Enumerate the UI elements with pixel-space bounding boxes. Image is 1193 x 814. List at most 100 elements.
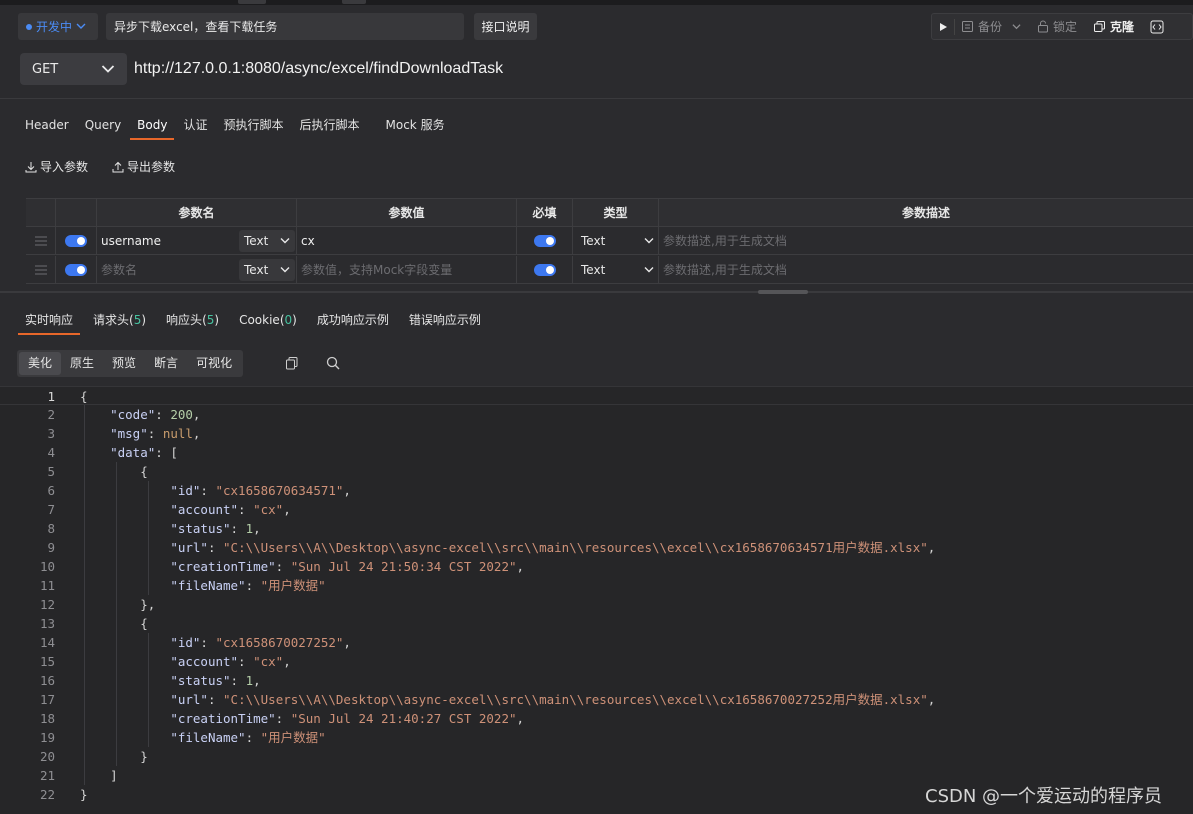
tab-mock[interactable]: Mock 服务 [379, 110, 452, 140]
required-toggle[interactable] [533, 263, 556, 276]
drag-handle-icon[interactable] [26, 256, 56, 283]
param-name-type-label: Text [244, 262, 269, 277]
code-line: 7 "account": "cx", [0, 500, 1193, 519]
header-cell-drag [26, 199, 56, 226]
search-icon[interactable] [326, 356, 340, 373]
param-type-label: Text [581, 262, 606, 277]
env-status-label: 开发中 [36, 20, 73, 34]
tab-response-headers[interactable]: 响应头(5) [159, 305, 226, 335]
panel-splitter[interactable] [0, 291, 1193, 293]
section-divider [0, 98, 1193, 99]
view-pretty[interactable]: 美化 [19, 352, 62, 375]
row-name-cell: username Text [97, 227, 297, 254]
code-text: }, [80, 597, 156, 612]
params-actions: 导入参数 导出参数 [25, 158, 199, 175]
import-params-button[interactable]: 导入参数 [25, 158, 88, 175]
param-desc-input[interactable]: 参数描述,用于生成文档 [659, 261, 787, 278]
param-desc-input[interactable]: 参数描述,用于生成文档 [659, 232, 787, 249]
splitter-handle[interactable] [758, 290, 808, 294]
param-type-select[interactable]: Text [573, 263, 658, 277]
api-doc-button[interactable]: 接口说明 [474, 13, 537, 40]
table-row: username Text cx Text 参数描述,用于生成文档 [26, 227, 1193, 255]
code-line: 4 "data": [ [0, 443, 1193, 462]
chevron-down-icon [644, 267, 654, 273]
param-name-type-select[interactable]: Text [239, 229, 295, 252]
required-toggle[interactable] [533, 234, 556, 247]
view-preview[interactable]: 预览 [103, 352, 145, 375]
response-code-viewer[interactable]: 1{2 "code": 200, 3 "msg": null, 4 "data": … [0, 386, 1193, 814]
line-number: 2 [47, 407, 55, 422]
code-line: 13 { [0, 614, 1193, 633]
row-type-cell: Text [573, 227, 659, 254]
params-table: 参数名 参数值 必填 类型 参数描述 username Text cx Text [26, 198, 1193, 285]
copy-icon[interactable] [285, 356, 299, 373]
code-gen-button[interactable] [1144, 14, 1170, 39]
code-text: "fileName": "用户数据" [170, 578, 326, 593]
tab-post-script[interactable]: 后执行脚本 [293, 110, 367, 140]
view-assert[interactable]: 断言 [145, 352, 187, 375]
header-cell-toggle [56, 199, 97, 226]
row-enable-cell [56, 227, 97, 254]
tab-auth[interactable]: 认证 [176, 110, 214, 140]
tab-body[interactable]: Body [130, 110, 175, 140]
chevron-down-icon [101, 65, 115, 73]
row-enable-toggle[interactable] [65, 263, 87, 276]
code-line: 6 "id": "cx1658670634571", [0, 481, 1193, 500]
code-text: "url": "C:\\Users\\A\\Desktop\\async-exc… [170, 540, 936, 555]
param-name-input[interactable]: username [97, 234, 239, 248]
drag-handle-icon[interactable] [26, 227, 56, 254]
line-number: 19 [39, 730, 55, 745]
code-text: { [80, 616, 148, 631]
row-enable-toggle[interactable] [65, 234, 87, 247]
tab-cookie[interactable]: Cookie(0) [232, 305, 304, 335]
backup-icon [962, 21, 973, 32]
url-input[interactable]: http://127.0.0.1:8080/async/excel/findDo… [134, 53, 1193, 85]
row-enable-cell [56, 256, 97, 283]
clone-button[interactable]: 克隆 [1087, 14, 1140, 39]
backup-label: 备份 [978, 20, 1003, 34]
tab-request-headers-label: 请求头 [93, 313, 130, 327]
code-text: "id": "cx1658670634571", [170, 483, 351, 498]
import-params-label: 导入参数 [40, 160, 89, 174]
line-number: 12 [39, 597, 55, 612]
param-type-select[interactable]: Text [573, 234, 658, 248]
env-status-dropdown[interactable]: 开发中 [18, 13, 98, 40]
export-params-button[interactable]: 导出参数 [112, 158, 175, 175]
tab-header[interactable]: Header [18, 110, 76, 140]
view-visualize[interactable]: 可视化 [187, 352, 241, 375]
lock-button[interactable]: 锁定 [1031, 14, 1083, 39]
lock-icon [1038, 20, 1049, 33]
code-line: 15 "account": "cx", [0, 652, 1193, 671]
header-cell-type: 类型 [573, 199, 659, 226]
line-number: 20 [39, 749, 55, 764]
row-desc-cell: 参数描述,用于生成文档 [659, 227, 1193, 254]
response-view-switch: 美化 原生 预览 断言 可视化 [17, 350, 244, 377]
tab-request-headers[interactable]: 请求头(5) [86, 305, 153, 335]
lock-label: 锁定 [1053, 20, 1078, 34]
tab-realtime-response[interactable]: 实时响应 [18, 305, 81, 335]
param-name-input[interactable]: 参数名 [97, 261, 239, 278]
row-required-cell [517, 256, 573, 283]
tab-pre-script[interactable]: 预执行脚本 [216, 110, 290, 140]
line-number: 11 [39, 578, 55, 593]
play-icon [940, 22, 947, 31]
tab-success-example[interactable]: 成功响应示例 [310, 305, 396, 335]
param-value-input[interactable]: cx [297, 234, 315, 248]
backup-button[interactable]: 备份 [955, 14, 1027, 39]
api-name-input[interactable]: 异步下载excel，查看下载任务 [106, 13, 464, 40]
code-text: "status": 1, [170, 521, 261, 536]
response-headers-count: 5 [206, 313, 215, 327]
code-line: 11 "fileName": "用户数据" [0, 576, 1193, 595]
line-number: 13 [39, 616, 55, 631]
http-method-select[interactable]: GET [20, 53, 127, 85]
param-name-type-select[interactable]: Text [239, 258, 295, 281]
run-button[interactable] [932, 14, 954, 39]
chevron-down-icon [76, 20, 86, 34]
tab-query[interactable]: Query [78, 110, 128, 140]
window-top-strip [0, 0, 1193, 5]
code-text: "status": 1, [170, 673, 261, 688]
tab-error-example[interactable]: 错误响应示例 [402, 305, 488, 335]
view-raw[interactable]: 原生 [61, 352, 103, 375]
param-value-input[interactable]: 参数值，支持Mock字段变量 [297, 261, 452, 278]
line-number: 5 [47, 464, 55, 479]
